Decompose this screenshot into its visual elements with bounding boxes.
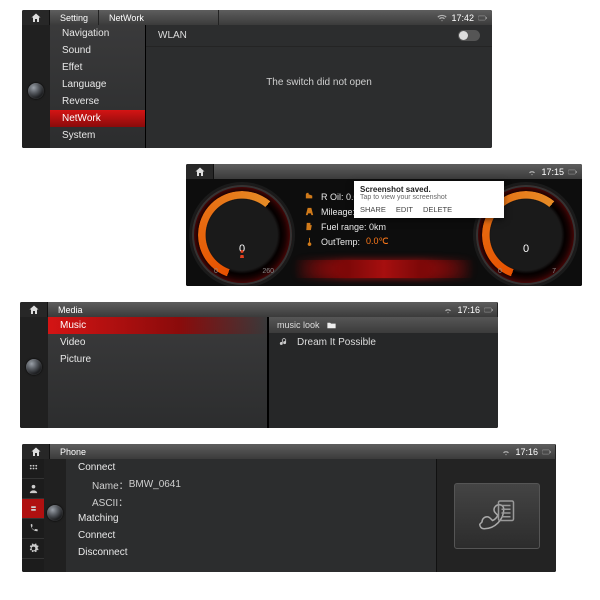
home-button[interactable]	[186, 164, 214, 179]
screen-phone: Phone 17:16 Connect Name： BMW_0641 ASCII…	[22, 444, 556, 572]
home-button[interactable]	[20, 302, 48, 317]
rotary-knob[interactable]	[26, 359, 42, 375]
speed-gauge: 0 0 260	[192, 185, 292, 285]
status-bar: Media 17:16	[20, 302, 498, 317]
tab-keypad[interactable]	[22, 459, 44, 479]
menu-item-reverse[interactable]: Reverse	[50, 93, 145, 110]
wlan-message: The switch did not open	[146, 77, 492, 88]
bt-name-value: BMW_0641	[129, 479, 181, 490]
settings-content: WLAN The switch did not open	[146, 25, 492, 148]
phone-illustration	[436, 459, 556, 572]
music-note-icon	[279, 337, 289, 347]
seatbelt-icon	[236, 247, 248, 261]
speed-min: 0	[214, 268, 218, 275]
menu-item-network[interactable]: NetWork	[50, 110, 145, 127]
wifi-icon	[501, 447, 511, 457]
track-title: Dream It Possible	[297, 337, 376, 348]
folder-name: music look	[277, 320, 320, 330]
status-bar: Phone 17:16	[22, 444, 556, 459]
action-disconnect[interactable]: Disconnect	[66, 544, 436, 561]
menu-item-effect[interactable]: Effet	[50, 59, 145, 76]
toast-edit-button[interactable]: EDIT	[396, 205, 413, 214]
battery-icon	[484, 305, 494, 315]
phone-tab-bar	[22, 459, 44, 572]
knob-column	[22, 25, 50, 148]
tab-contacts[interactable]	[22, 479, 44, 499]
settings-menu: Navigation Sound Effet Language Reverse …	[50, 25, 146, 148]
menu-item-music[interactable]: Music	[48, 317, 267, 334]
menu-item-system[interactable]: System	[50, 127, 145, 144]
home-icon	[30, 12, 42, 24]
screen-dashboard: 17:15 0 0 260 R Oil: 0.0L Mileage: 0km F…	[186, 164, 582, 286]
folder-header[interactable]: music look	[269, 317, 498, 333]
info-range: Fuel range: 0km	[304, 221, 464, 232]
battery-icon	[568, 167, 578, 177]
rotary-knob[interactable]	[47, 505, 63, 521]
clock: 17:15	[541, 167, 564, 177]
home-icon	[194, 166, 206, 178]
battery-icon	[478, 13, 488, 23]
menu-item-picture[interactable]: Picture	[48, 351, 267, 368]
action-matching[interactable]: Matching	[66, 510, 436, 527]
rotary-knob[interactable]	[28, 83, 44, 99]
folder-icon	[326, 320, 337, 331]
toast-share-button[interactable]: SHARE	[360, 205, 386, 214]
menu-item-language[interactable]: Language	[50, 76, 145, 93]
menu-item-video[interactable]: Video	[48, 334, 267, 351]
wlan-row[interactable]: WLAN	[146, 25, 492, 47]
page-title: Media	[48, 302, 498, 317]
action-connect[interactable]: Connect	[66, 527, 436, 544]
menu-item-navigation[interactable]: Navigation	[50, 25, 145, 42]
page-title: Phone	[50, 444, 556, 459]
wlan-label: WLAN	[158, 30, 187, 41]
home-button[interactable]	[22, 444, 50, 459]
music-pane: music look Dream It Possible	[268, 317, 498, 428]
status-bar: 17:15	[186, 164, 582, 179]
bt-name-label: Name：	[92, 477, 129, 492]
screen-settings: Setting NetWork 17:42 Navigation Sound E…	[22, 10, 492, 148]
breadcrumb-root: Setting	[50, 10, 99, 25]
wifi-icon	[527, 167, 537, 177]
clock: 17:42	[451, 13, 474, 23]
bt-ascii-label: ASCII：	[92, 494, 128, 509]
status-bar: Setting NetWork 17:42	[22, 10, 492, 25]
wifi-icon	[443, 305, 453, 315]
screenshot-toast[interactable]: Screenshot saved. Tap to view your scree…	[354, 181, 504, 218]
clock: 17:16	[515, 447, 538, 457]
home-button[interactable]	[22, 10, 50, 25]
rpm-value: 0	[476, 243, 576, 255]
info-temp: OutTemp:0.0℃	[304, 236, 464, 247]
tab-settings[interactable]	[22, 539, 44, 559]
media-menu: Music Video Picture	[48, 317, 268, 428]
section-header: Connect	[66, 459, 436, 476]
bt-name-row: Name： BMW_0641	[66, 476, 436, 493]
wlan-toggle[interactable]	[458, 30, 480, 41]
track-row[interactable]: Dream It Possible	[269, 333, 498, 351]
tab-connect[interactable]	[22, 499, 44, 519]
battery-icon	[542, 447, 552, 457]
knob-column	[20, 317, 48, 428]
phone-keypad-icon	[473, 492, 521, 540]
clock: 17:16	[457, 305, 480, 315]
phone-content: Connect Name： BMW_0641 ASCII： Matching C…	[66, 459, 436, 572]
speed-max: 260	[262, 268, 274, 275]
toast-delete-button[interactable]: DELETE	[423, 205, 452, 214]
home-icon	[30, 446, 42, 458]
dashboard-ribbon	[294, 260, 474, 278]
tab-dial[interactable]	[22, 519, 44, 539]
wifi-icon	[437, 13, 447, 23]
menu-item-sound[interactable]: Sound	[50, 42, 145, 59]
bt-ascii-row: ASCII：	[66, 493, 436, 510]
toast-subtitle: Tap to view your screenshot	[360, 194, 498, 201]
breadcrumb-sub: NetWork	[99, 10, 219, 25]
rpm-max: 7	[552, 268, 556, 275]
toast-title: Screenshot saved.	[360, 185, 498, 194]
rpm-min: 0	[498, 268, 502, 275]
screen-media: Media 17:16 Music Video Picture music lo…	[20, 302, 498, 428]
knob-column	[44, 459, 66, 572]
home-icon	[28, 304, 40, 316]
